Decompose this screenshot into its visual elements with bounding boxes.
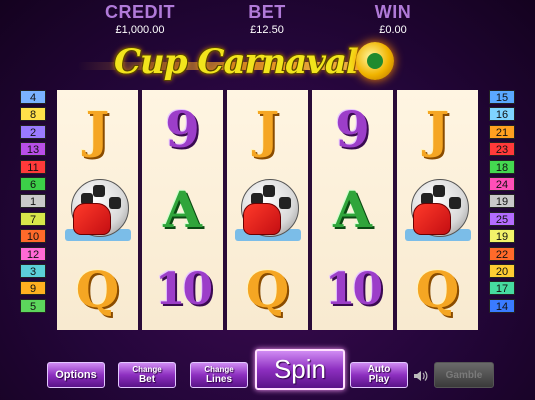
payline-indicator[interactable]: 19 xyxy=(489,194,515,209)
symbol-Q: Q xyxy=(75,260,120,319)
reel-symbol: J xyxy=(227,90,308,170)
win-label: WIN xyxy=(374,2,412,22)
reel-symbol: 10 xyxy=(312,250,393,330)
reel-symbol: 9 xyxy=(142,90,223,170)
reel-symbol: J xyxy=(57,90,138,170)
symbol-Q: Q xyxy=(415,260,460,319)
win-display: WIN £0.00 xyxy=(338,2,448,36)
change-bet-label-line2: Bet xyxy=(138,374,156,385)
reel-1: JQ xyxy=(57,90,142,330)
payline-indicator[interactable]: 22 xyxy=(489,246,515,261)
bet-label: BET xyxy=(248,2,286,22)
payline-indicators-left: 4 8 2 13 11 6 1 7 10 12 3 9 5 xyxy=(20,90,46,316)
reel-symbol: J xyxy=(397,90,478,170)
symbol-10: 10 xyxy=(324,264,383,315)
autoplay-button[interactable]: Auto Play xyxy=(350,362,408,388)
symbol-J: J xyxy=(85,100,110,159)
payline-indicator[interactable]: 17 xyxy=(489,281,515,296)
payline-indicator[interactable]: 5 xyxy=(20,298,46,313)
payline-indicator[interactable]: 6 xyxy=(20,176,46,191)
change-lines-label-line2: Lines xyxy=(205,374,233,385)
payline-indicator[interactable]: 21 xyxy=(489,124,515,139)
symbol-Q: Q xyxy=(245,260,290,319)
gamble-button: Gamble xyxy=(434,362,494,388)
reel-2: 9 A 10 xyxy=(142,90,227,330)
win-value: £0.00 xyxy=(379,24,407,36)
payline-indicator[interactable]: 24 xyxy=(489,176,515,191)
spin-label: Spin xyxy=(273,354,327,384)
payline-indicator[interactable]: 19 xyxy=(489,229,515,244)
reel-5: JQ xyxy=(397,90,478,330)
symbol-9: 9 xyxy=(335,100,370,159)
payline-indicator[interactable]: 16 xyxy=(489,107,515,122)
symbol-J: J xyxy=(425,100,450,159)
gamble-label: Gamble xyxy=(445,369,483,381)
payline-indicator[interactable]: 1 xyxy=(20,194,46,209)
payline-indicator[interactable]: 4 xyxy=(20,90,46,104)
reel-symbol: Q xyxy=(397,250,478,330)
payline-indicator[interactable]: 7 xyxy=(20,211,46,226)
payline-indicators-right: 15 16 21 23 18 24 19 25 19 22 20 17 14 xyxy=(489,90,515,316)
payline-indicator[interactable]: 8 xyxy=(20,107,46,122)
payline-indicator[interactable]: 23 xyxy=(489,142,515,157)
symbol-9: 9 xyxy=(165,100,200,159)
ball-glove-symbol-icon xyxy=(57,170,138,250)
football-logo-icon xyxy=(356,42,394,80)
reel-area: J Q 9 A 10 J Q 9 A 10 J Q xyxy=(57,90,478,330)
symbol-A: A xyxy=(333,180,372,239)
ball-glove-symbol-icon xyxy=(397,170,478,250)
ball-glove-symbol-icon xyxy=(227,170,308,250)
logo-title: Cup Carnaval xyxy=(114,42,359,82)
change-bet-button[interactable]: Change Bet xyxy=(118,362,176,388)
autoplay-label-line2: Play xyxy=(368,374,390,385)
reel-symbol: A xyxy=(312,170,393,250)
payline-indicator[interactable]: 15 xyxy=(489,90,515,104)
bet-display: BET £12.50 xyxy=(212,2,322,36)
payline-indicator[interactable]: 14 xyxy=(489,298,515,313)
payline-indicator[interactable]: 25 xyxy=(489,211,515,226)
game-logo: Cup Carnaval xyxy=(78,38,418,88)
payline-indicator[interactable]: 3 xyxy=(20,263,46,278)
payline-indicator[interactable]: 12 xyxy=(20,246,46,261)
reel-symbol: 10 xyxy=(142,250,223,330)
symbol-J: J xyxy=(255,100,280,159)
reel-symbol: 9 xyxy=(312,90,393,170)
reel-symbol: Q xyxy=(227,250,308,330)
options-label: Options xyxy=(55,369,97,381)
payline-indicator[interactable]: 13 xyxy=(20,142,46,157)
speaker-icon[interactable] xyxy=(412,368,428,384)
payline-indicator[interactable]: 10 xyxy=(20,229,46,244)
credit-value: £1,000.00 xyxy=(115,24,165,36)
reel-4: 9 A 10 xyxy=(312,90,397,330)
symbol-10: 10 xyxy=(154,264,213,315)
spin-button[interactable]: Spin xyxy=(255,349,345,390)
payline-indicator[interactable]: 9 xyxy=(20,281,46,296)
payline-indicator[interactable]: 2 xyxy=(20,124,46,139)
payline-indicator[interactable]: 18 xyxy=(489,159,515,174)
change-lines-button[interactable]: Change Lines xyxy=(190,362,248,388)
reel-3: JQ xyxy=(227,90,312,330)
payline-indicator[interactable]: 11 xyxy=(20,159,46,174)
payline-indicator[interactable]: 20 xyxy=(489,263,515,278)
credit-label: CREDIT xyxy=(105,2,175,22)
reel-symbol: Q xyxy=(57,250,138,330)
options-button[interactable]: Options xyxy=(47,362,105,388)
credit-display: CREDIT £1,000.00 xyxy=(85,2,195,36)
reel-symbol: A xyxy=(142,170,223,250)
symbol-A: A xyxy=(163,180,202,239)
bet-value: £12.50 xyxy=(250,24,284,36)
